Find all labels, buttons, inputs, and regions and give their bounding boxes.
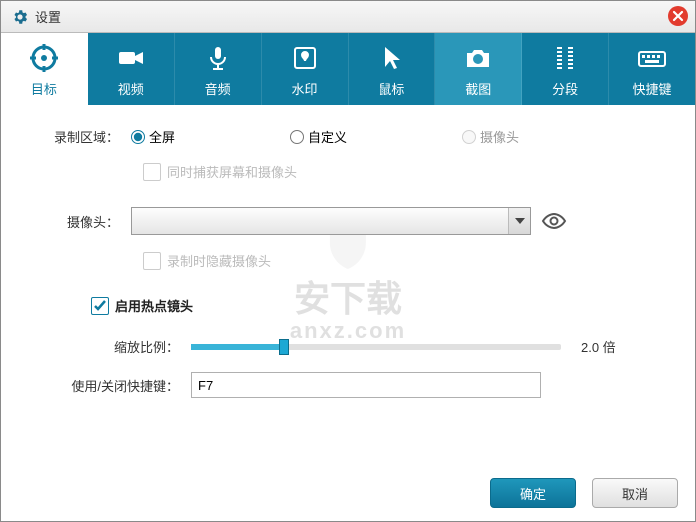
record-area-label: 录制区域： <box>31 127 131 146</box>
tab-label: 水印 <box>292 79 318 98</box>
tab-label: 目标 <box>31 79 57 98</box>
filmstrip-icon <box>550 41 580 75</box>
zoom-label: 缩放比例： <box>31 337 191 356</box>
tab-label: 视频 <box>118 79 144 98</box>
tab-target[interactable]: 目标 <box>1 33 88 105</box>
zoom-slider[interactable] <box>191 344 561 350</box>
checkbox-icon <box>143 163 161 181</box>
checkbox-hide-camera[interactable]: 录制时隐藏摄像头 <box>143 251 271 270</box>
tab-label: 快捷键 <box>633 79 672 98</box>
target-icon <box>29 41 59 75</box>
tab-video[interactable]: 视频 <box>88 33 175 105</box>
camera-label: 摄像头： <box>31 212 131 231</box>
watermark-icon <box>290 41 320 75</box>
keyboard-icon <box>636 41 668 75</box>
row-hotkey: 使用/关闭快捷键： <box>31 372 665 398</box>
radio-custom[interactable]: 自定义 <box>290 127 347 146</box>
row-zoom: 缩放比例： 2.0 倍 <box>31 337 665 356</box>
gear-icon <box>11 8 29 26</box>
row-hide-camera: 录制时隐藏摄像头 <box>31 251 665 270</box>
cursor-icon <box>376 41 406 75</box>
video-icon <box>116 41 146 75</box>
chevron-down-icon <box>508 208 530 234</box>
footer: 确定 取消 <box>490 478 678 508</box>
row-enable-hotspot: 启用热点镜头 <box>31 296 665 315</box>
radio-group-area: 全屏 自定义 摄像头 <box>131 127 519 146</box>
tab-label: 分段 <box>552 79 578 98</box>
tab-screenshot[interactable]: 截图 <box>435 33 522 105</box>
checkbox-enable-hotspot[interactable]: 启用热点镜头 <box>91 296 193 315</box>
row-record-area: 录制区域： 全屏 自定义 摄像头 <box>31 127 665 146</box>
radio-fullscreen[interactable]: 全屏 <box>131 127 175 146</box>
microphone-icon <box>203 41 233 75</box>
watermark-overlay: 安下载 anxz.com <box>290 217 406 343</box>
window-title: 设置 <box>35 7 61 26</box>
tab-mouse[interactable]: 鼠标 <box>349 33 436 105</box>
tab-watermark[interactable]: 水印 <box>262 33 349 105</box>
row-camera: 摄像头： <box>31 207 665 235</box>
checkbox-capture-both[interactable]: 同时捕获屏幕和摄像头 <box>143 162 297 181</box>
checkbox-icon <box>143 252 161 270</box>
content-panel: 安下载 anxz.com 录制区域： 全屏 自定义 摄像头 同时捕获屏幕和摄像头… <box>1 105 695 475</box>
row-capture-both: 同时捕获屏幕和摄像头 <box>31 162 665 181</box>
tab-label: 截图 <box>465 79 491 98</box>
tab-hotkey[interactable]: 快捷键 <box>609 33 695 105</box>
cancel-button[interactable]: 取消 <box>592 478 678 508</box>
tab-segment[interactable]: 分段 <box>522 33 609 105</box>
tabbar: 目标 视频 音频 水印 鼠标 截图 分段 快捷键 <box>1 33 695 105</box>
slider-thumb[interactable] <box>279 339 289 355</box>
hotkey-input[interactable] <box>191 372 541 398</box>
radio-camera[interactable]: 摄像头 <box>462 127 519 146</box>
zoom-value: 2.0 倍 <box>581 337 616 356</box>
eye-icon[interactable] <box>541 212 567 230</box>
camera-icon <box>463 41 493 75</box>
tab-audio[interactable]: 音频 <box>175 33 262 105</box>
camera-dropdown[interactable] <box>131 207 531 235</box>
checkbox-checked-icon <box>91 297 109 315</box>
ok-button[interactable]: 确定 <box>490 478 576 508</box>
titlebar: 设置 <box>1 1 695 33</box>
hotkey-label: 使用/关闭快捷键： <box>31 376 191 395</box>
tab-label: 鼠标 <box>378 79 404 98</box>
close-icon[interactable] <box>667 5 689 27</box>
tab-label: 音频 <box>205 79 231 98</box>
